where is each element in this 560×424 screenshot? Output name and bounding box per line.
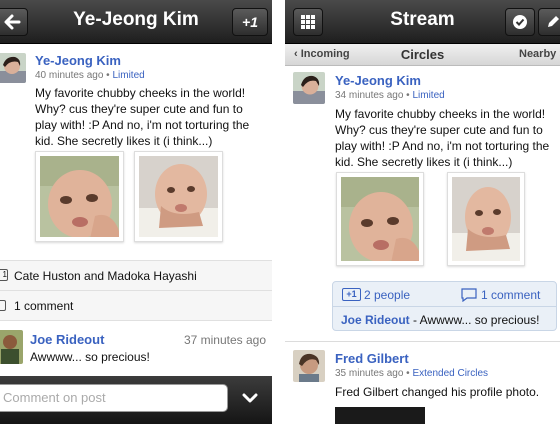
latest-comment-author[interactable]: Joe Rideout (341, 313, 410, 327)
plus-ones-count[interactable]: 2 people (364, 288, 410, 302)
visibility-link[interactable]: Limited (412, 90, 444, 101)
avatar[interactable] (293, 72, 325, 104)
comments-count-row[interactable]: 1 comment (0, 290, 272, 320)
post-meta: 40 minutes ago • Limited (35, 70, 145, 81)
baby-photo (452, 177, 520, 261)
baby-photo (139, 156, 218, 237)
top-bar: Ye-Jeong Kim +1 (0, 0, 272, 44)
pencil-icon (548, 16, 559, 27)
post-meta: 34 minutes ago • Limited (335, 90, 445, 101)
plus-ones-names: Cate Huston and Madoka Hayashi (14, 269, 197, 283)
avatar[interactable] (0, 330, 23, 364)
comment-item: Joe Rideout 37 minutes ago Awwww... so p… (0, 320, 272, 376)
screen-divider (272, 0, 285, 424)
post-photo-2[interactable] (447, 172, 525, 266)
engagement-box[interactable]: +1 2 people 1 comment Joe Rideout - Awww… (332, 281, 557, 331)
baby-photo (40, 156, 119, 237)
comment-time: 37 minutes ago (183, 333, 266, 347)
comment-bar: Comment on post (0, 376, 272, 424)
visibility-link[interactable]: Extended Circles (412, 368, 488, 379)
check-icon (513, 15, 527, 29)
post-time: 40 minutes ago (35, 70, 104, 81)
plus-one-small-icon: 1 (0, 269, 8, 281)
post-author[interactable]: Ye-Jeong Kim (335, 73, 421, 88)
engagement-divider (333, 306, 556, 307)
post-time: 35 minutes ago (335, 368, 404, 379)
baby-photo (341, 177, 419, 261)
post-author[interactable]: Ye-Jeong Kim (35, 53, 121, 68)
post-divider (285, 341, 560, 342)
comments-count[interactable]: 1 comment (481, 288, 540, 302)
comment-author[interactable]: Joe Rideout (30, 332, 104, 347)
post-photo-1[interactable] (336, 172, 424, 266)
comment-bubble-icon (461, 288, 477, 302)
post-photo-2[interactable] (134, 151, 223, 242)
comment-input[interactable]: Comment on post (0, 384, 228, 412)
compose-button[interactable] (538, 8, 560, 36)
plus-one-icon: +1 (342, 288, 361, 301)
plus-ones-row[interactable]: 1 Cate Huston and Madoka Hayashi (0, 260, 272, 290)
post-author[interactable]: Fred Gilbert (335, 351, 409, 366)
avatar[interactable] (293, 350, 325, 382)
latest-comment-text: - Awwww... so precious! (409, 313, 540, 327)
stream-screen: Stream ‹ Incoming Circles Nearby › Ye-Je… (285, 0, 560, 424)
expand-button[interactable] (236, 388, 264, 410)
post-photo-1[interactable] (35, 151, 124, 242)
checkin-button[interactable] (505, 8, 535, 36)
top-bar: Stream (285, 0, 560, 44)
profile-photo-thumbnail[interactable] (335, 407, 425, 424)
post-detail-screen: Ye-Jeong Kim +1 Ye-Jeong Kim 40 minutes … (0, 0, 272, 424)
comments-count: 1 comment (14, 299, 74, 313)
avatar[interactable] (0, 53, 26, 83)
chevron-down-icon (242, 393, 258, 403)
post-text: My favorite chubby cheeks in the world! … (35, 86, 250, 148)
comment-small-icon (0, 300, 6, 311)
post-text: My favorite chubby cheeks in the world! … (335, 107, 550, 169)
stream-filter-bar: ‹ Incoming Circles Nearby › (285, 44, 560, 66)
latest-comment: Joe Rideout - Awwww... so precious! (341, 313, 540, 327)
post-text: Fred Gilbert changed his profile photo. (335, 385, 540, 399)
visibility-link[interactable]: Limited (112, 70, 144, 81)
plus-one-button[interactable]: +1 (232, 8, 268, 36)
comment-text: Awwww... so precious! (30, 350, 150, 364)
post-time: 34 minutes ago (335, 90, 404, 101)
post-meta: 35 minutes ago • Extended Circles (335, 368, 488, 379)
nearby-link[interactable]: Nearby › (519, 48, 560, 60)
